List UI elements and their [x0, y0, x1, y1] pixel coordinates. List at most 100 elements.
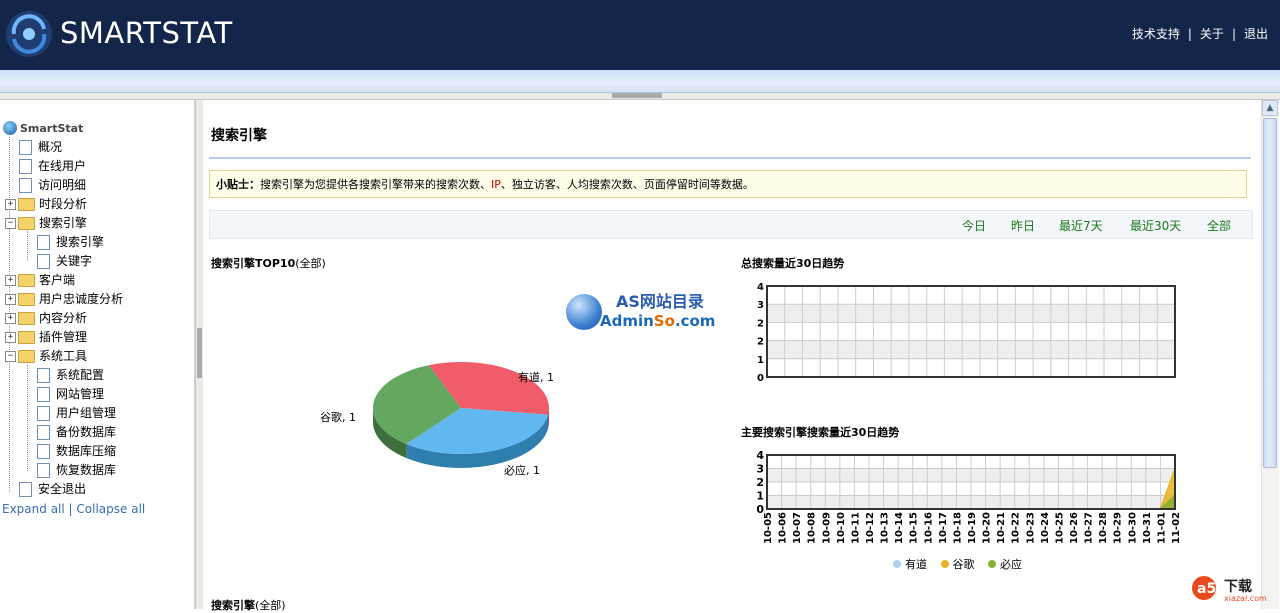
page-icon: [37, 463, 50, 478]
sidebar-item-label: 安全退出: [38, 482, 87, 496]
grid-band: [767, 340, 1175, 359]
legend-google-dot: [940, 560, 949, 568]
folder-icon: [18, 274, 35, 287]
a5-logo-text: 下载: [1224, 579, 1252, 595]
sidebar-item[interactable]: 安全退出: [5, 480, 86, 499]
grid-band: [767, 304, 1175, 323]
tip-label: 小贴士：: [216, 178, 260, 191]
sidebar-item-label: 搜索引擎: [39, 216, 88, 230]
sidebar-item[interactable]: 网站管理: [23, 385, 104, 404]
y-tick-label: 2: [756, 476, 764, 489]
expand-toggle-icon[interactable]: +: [5, 199, 16, 210]
x-tick-label: 11-02: [1171, 512, 1182, 544]
link-separator: |: [68, 502, 73, 516]
x-tick-label: 10-31: [1142, 512, 1153, 544]
sidebar-item-label: 系统配置: [56, 368, 105, 382]
sidebar-item[interactable]: 在线用户: [5, 157, 86, 176]
page-icon: [37, 368, 50, 383]
folder-icon: [18, 293, 35, 306]
support-link[interactable]: 技术支持: [1132, 27, 1180, 41]
x-tick-label: 10-10: [836, 512, 847, 544]
engine-search-trend-chart: 4321010-05 10-06 10-07 10-08 10-09 10-10 10-11…: [756, 450, 1182, 544]
expand-toggle-icon[interactable]: +: [5, 275, 16, 286]
sidebar-item[interactable]: + 插件管理: [5, 328, 87, 347]
splitter-grip[interactable]: [612, 93, 662, 98]
folder-icon: [18, 198, 35, 211]
bottom-section-title: 搜索引擎(全部): [211, 597, 286, 613]
tree-root[interactable]: SmartStat: [3, 121, 83, 137]
sidebar-item[interactable]: 备份数据库: [23, 423, 116, 442]
expand-all-link[interactable]: Expand all: [2, 502, 65, 516]
expand-toggle-icon[interactable]: +: [5, 332, 16, 343]
x-tick-label: 10-25: [1054, 512, 1065, 544]
collapse-all-link[interactable]: Collapse all: [76, 502, 145, 516]
watermark-com: .com: [674, 312, 716, 330]
logout-link[interactable]: 退出: [1244, 27, 1268, 41]
globe-icon: [3, 121, 17, 135]
range-today[interactable]: 今日: [962, 217, 986, 234]
sidebar-item-label: 在线用户: [38, 159, 87, 173]
sidebar-item[interactable]: 恢复数据库: [23, 461, 116, 480]
y-tick-label: 1: [756, 490, 764, 503]
a5-logo-sub: xiazai.com: [1224, 594, 1267, 603]
sidebar-item[interactable]: + 时段分析: [5, 195, 87, 214]
smartstat-logo-icon: [6, 11, 52, 57]
splitter-grip[interactable]: [197, 328, 202, 378]
sidebar-item[interactable]: 数据库压缩: [23, 442, 116, 461]
x-tick-label: 10-17: [938, 512, 949, 544]
range-30days[interactable]: 最近30天: [1130, 217, 1181, 234]
tree-root-label: SmartStat: [20, 122, 84, 135]
legend-youdao-dot: [893, 560, 901, 568]
about-link[interactable]: 关于: [1200, 27, 1224, 41]
range-7days[interactable]: 最近7天: [1059, 217, 1103, 234]
svg-text:a5: a5: [1197, 581, 1216, 597]
sidebar-item[interactable]: 系统配置: [23, 366, 104, 385]
x-tick-label: 10-16: [923, 512, 934, 544]
page-icon: [19, 140, 32, 155]
sidebar-item-label: 访问明细: [38, 178, 87, 192]
collapse-toggle-icon[interactable]: −: [5, 351, 16, 362]
sidebar-item-label: 关键字: [56, 254, 93, 268]
sidebar-item[interactable]: + 用户忠诚度分析: [5, 290, 123, 309]
sidebar-item-label: 概况: [38, 140, 63, 154]
sidebar-item-label: 恢复数据库: [56, 463, 117, 477]
collapse-toggle-icon[interactable]: −: [5, 218, 16, 229]
legend-biying-dot: [988, 560, 996, 568]
x-tick-label: 10-12: [865, 512, 876, 544]
sidebar-item[interactable]: + 客户端: [5, 271, 75, 290]
sidebar-item[interactable]: 访问明细: [5, 176, 86, 195]
page-icon: [19, 178, 32, 193]
sidebar-item[interactable]: 概况: [5, 138, 62, 157]
date-range-bar: 今日 昨日 最近7天 最近30天 全部: [209, 210, 1253, 239]
sidebar-item-label: 搜索引擎: [56, 235, 105, 249]
a5-download-logo: a5 下载 xiazai.com: [1190, 574, 1270, 606]
x-tick-label: 10-19: [967, 512, 978, 544]
sidebar-item[interactable]: 用户组管理: [23, 404, 116, 423]
sidebar-item[interactable]: + 内容分析: [5, 309, 87, 328]
sidebar-item[interactable]: 搜索引擎: [23, 233, 104, 252]
range-all[interactable]: 全部: [1207, 217, 1231, 234]
x-tick-label: 10-18: [952, 512, 963, 544]
pie-title-sub: (全部): [295, 257, 326, 270]
sidebar-item[interactable]: − 系统工具: [5, 347, 87, 366]
globe-icon: [566, 294, 602, 330]
expand-toggle-icon[interactable]: +: [5, 294, 16, 305]
sidebar-item[interactable]: 关键字: [23, 252, 92, 271]
page-title: 搜索引擎: [211, 128, 267, 144]
vertical-scrollbar[interactable]: ▲: [1261, 100, 1279, 609]
x-tick-label: 10-15: [909, 512, 920, 544]
x-tick-label: 10-28: [1098, 512, 1109, 544]
x-tick-label: 10-08: [807, 512, 818, 544]
page-icon: [37, 387, 50, 402]
scroll-up-icon[interactable]: ▲: [1262, 100, 1278, 116]
page-icon: [19, 482, 32, 497]
horizontal-splitter[interactable]: [0, 93, 1280, 100]
tip-highlight: IP: [491, 178, 501, 191]
y-tick-label: 2: [757, 318, 764, 329]
expand-toggle-icon[interactable]: +: [5, 313, 16, 324]
scroll-thumb[interactable]: [1263, 118, 1277, 468]
page-icon: [37, 425, 50, 440]
adminso-watermark: AS网站目录 AdminSo.com: [566, 274, 726, 338]
sidebar-item[interactable]: − 搜索引擎: [5, 214, 87, 233]
range-yesterday[interactable]: 昨日: [1011, 217, 1035, 234]
